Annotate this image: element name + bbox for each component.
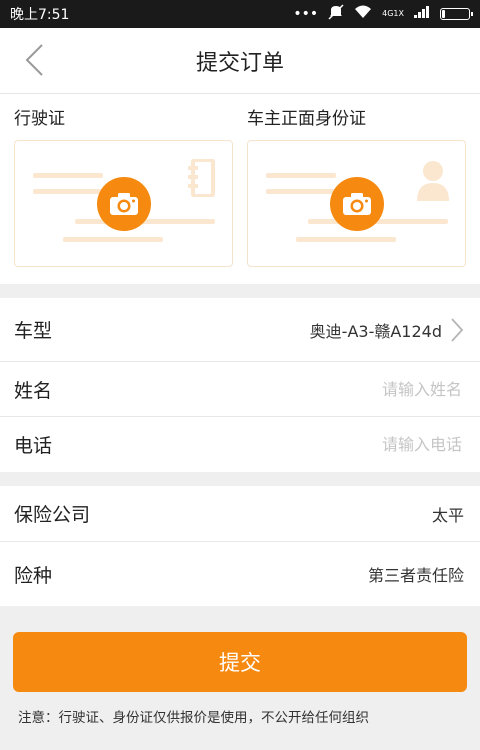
more-icon: ••• [293, 6, 319, 22]
id-upload-section: 行驶证 车主正面身份证 [0, 94, 480, 284]
vehicle-label: 车型 [14, 320, 53, 342]
insurance-company-value: 太平 [431, 505, 464, 525]
owner-info-group: 车型 奥迪-A3-赣A124d 姓名 电话 [0, 298, 480, 472]
insurance-group: 保险公司 太平 险种 第三者责任险 [0, 486, 480, 606]
vehicle-license-card: 行驶证 [14, 108, 233, 284]
signal-icon [414, 6, 430, 22]
insurance-company-label: 保险公司 [14, 504, 91, 526]
insurance-company-row[interactable]: 保险公司 太平 [0, 486, 480, 542]
vehicle-license-upload[interactable] [14, 140, 233, 267]
insurance-type-row[interactable]: 险种 第三者责任险 [0, 542, 480, 606]
network-label: 4G1X [382, 9, 404, 18]
wifi-icon [354, 5, 372, 23]
owner-id-card: 车主正面身份证 [247, 108, 466, 284]
vehicle-value-wrap: 奥迪-A3-赣A124d [310, 317, 464, 343]
camera-icon [96, 176, 151, 231]
status-icons: ••• 4G1X [293, 4, 473, 24]
status-bar: 晚上7:51 ••• 4G1X [0, 0, 480, 28]
vehicle-row[interactable]: 车型 奥迪-A3-赣A124d [0, 298, 480, 362]
battery-icon [440, 8, 473, 20]
notebook-icon [188, 159, 215, 197]
owner-id-upload[interactable] [247, 140, 466, 267]
vehicle-value: 奥迪-A3-赣A124d [309, 321, 442, 341]
submit-button[interactable]: 提交 [13, 632, 467, 692]
privacy-note: 注意：行驶证、身份证仅供报价是使用，不公开给任何组织 [18, 710, 369, 726]
insurance-type-value: 第三者责任险 [367, 566, 464, 585]
name-label: 姓名 [14, 379, 53, 402]
back-button[interactable] [16, 42, 52, 78]
name-row: 姓名 [0, 362, 480, 417]
chevron-left-icon [25, 44, 43, 76]
navbar: 提交订单 [0, 28, 480, 94]
name-input[interactable] [260, 378, 464, 400]
phone-row: 电话 [0, 417, 480, 472]
status-time: 晚上7:51 [10, 7, 70, 23]
chevron-right-icon [451, 317, 464, 342]
camera-icon [329, 176, 384, 231]
owner-id-label: 车主正面身份证 [247, 109, 366, 129]
mute-icon [328, 4, 344, 24]
phone-input[interactable] [260, 434, 464, 455]
phone-label: 电话 [14, 435, 53, 457]
submit-label: 提交 [219, 651, 261, 675]
page-title: 提交订单 [195, 50, 284, 76]
insurance-type-label: 险种 [14, 564, 53, 587]
vehicle-license-label: 行驶证 [14, 109, 65, 129]
person-icon [417, 161, 449, 201]
